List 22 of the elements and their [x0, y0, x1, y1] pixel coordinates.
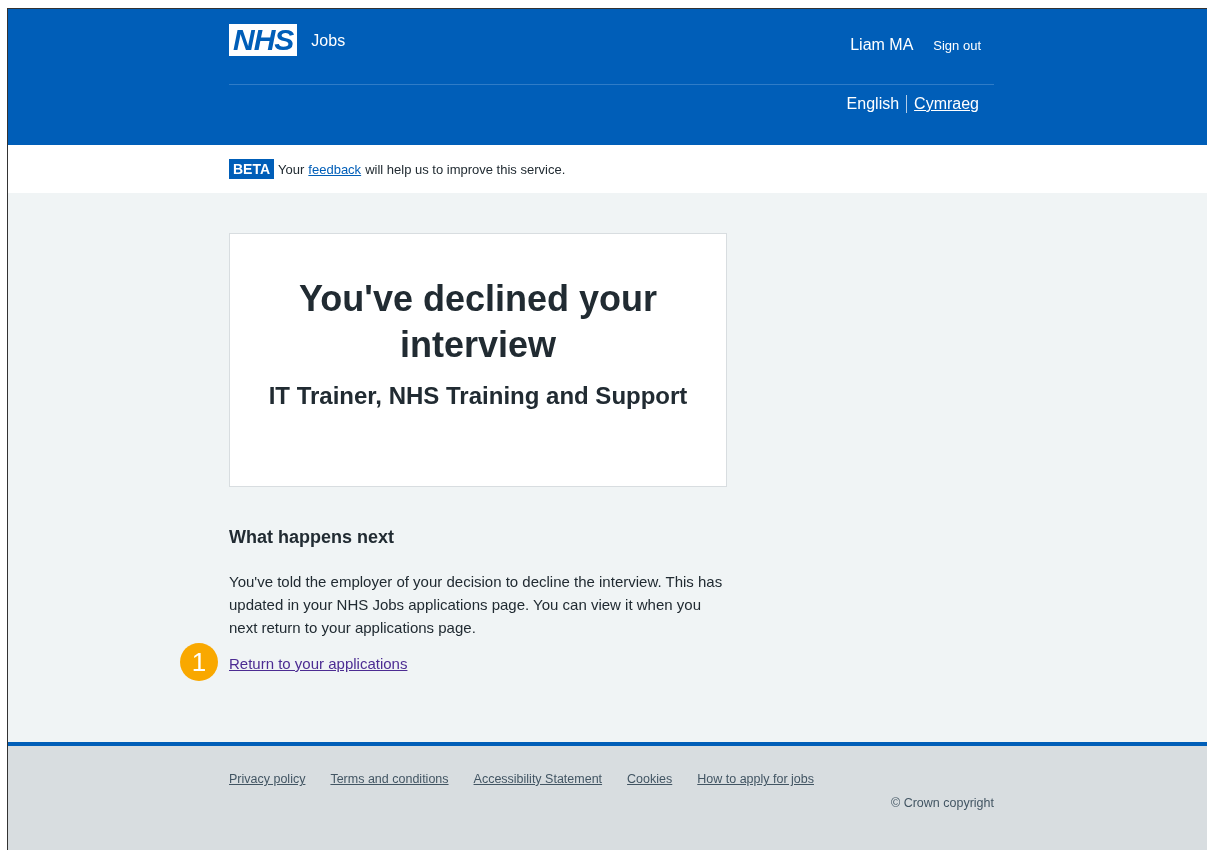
- section-heading: What happens next: [229, 527, 395, 548]
- body-text: You've told the employer of your decision to decline the interview. This has updated in your NHS Jobs applications page. You can view it when you next return to your applications page.: [229, 572, 724, 638]
- nhs-logo[interactable]: NHS: [229, 24, 298, 56]
- user-name: Liam MA: [850, 36, 914, 54]
- beta-tag: BETA: [229, 159, 275, 179]
- language-link[interactable]: English: [839, 95, 907, 113]
- language-link[interactable]: Cymraeg: [906, 95, 986, 113]
- banner-text: Your: [278, 161, 305, 177]
- footer-link[interactable]: Terms and conditions: [330, 772, 449, 786]
- footer-link[interactable]: Cookies: [627, 772, 673, 786]
- footer-link[interactable]: How to apply for jobs: [697, 772, 814, 786]
- copyright-text: © Crown copyright: [891, 796, 994, 810]
- sign-out-link[interactable]: Sign out: [933, 37, 981, 53]
- footer-link[interactable]: Accessibility Statement: [473, 772, 603, 786]
- return-link[interactable]: Return to your applications: [229, 655, 408, 672]
- footer-link[interactable]: Privacy policy: [229, 772, 306, 786]
- feedback-link[interactable]: feedback: [308, 161, 362, 177]
- step-marker: 1: [180, 643, 218, 681]
- service-name: Jobs: [311, 32, 346, 50]
- banner-text: will help us to improve this service.: [365, 161, 566, 177]
- panel-subtitle: IT Trainer, NHS Training and Support: [267, 382, 689, 410]
- panel-title: You've declined your interview: [298, 277, 658, 367]
